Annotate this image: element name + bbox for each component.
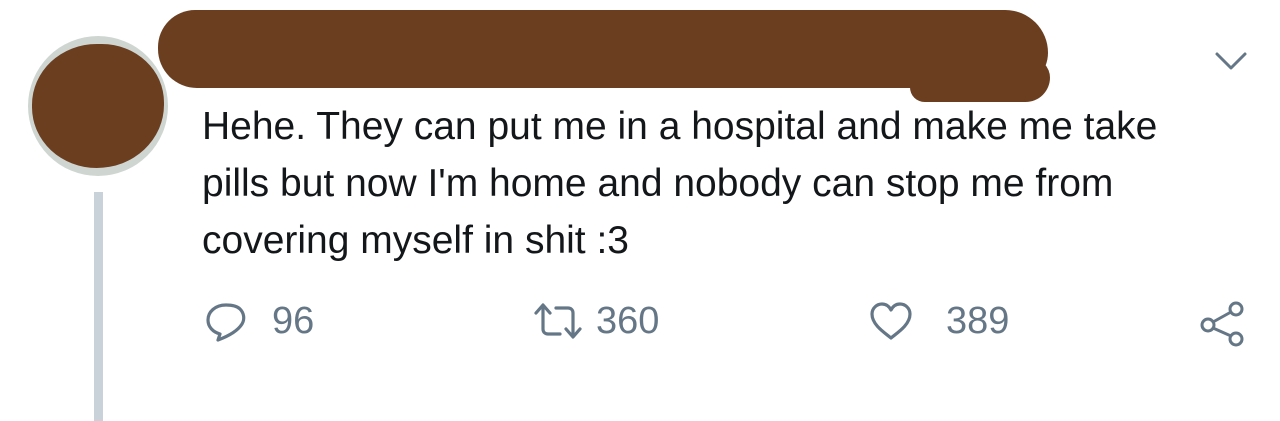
avatar-redaction bbox=[32, 44, 164, 168]
reply-icon bbox=[204, 299, 248, 343]
heart-icon bbox=[868, 299, 912, 343]
tweet: Hehe. They can put me in a hospital and … bbox=[0, 0, 1280, 421]
tweet-text: Hehe. They can put me in a hospital and … bbox=[202, 105, 1158, 262]
like-count: 389 bbox=[946, 299, 1010, 342]
avatar[interactable] bbox=[28, 36, 168, 176]
author-name-redaction bbox=[150, 2, 1055, 102]
retweet-count: 360 bbox=[596, 299, 660, 342]
like-button[interactable]: 389 bbox=[868, 294, 1009, 348]
share-button[interactable] bbox=[1198, 294, 1244, 348]
tweet-actions: 96 360 389 bbox=[0, 294, 1280, 348]
reply-button[interactable]: 96 bbox=[204, 294, 314, 348]
chevron-down-icon[interactable] bbox=[1214, 48, 1248, 74]
retweet-button[interactable]: 360 bbox=[532, 294, 659, 348]
redaction-scribble bbox=[910, 58, 1050, 102]
share-icon bbox=[1198, 299, 1244, 347]
reply-count: 96 bbox=[272, 299, 315, 342]
retweet-icon bbox=[532, 299, 582, 343]
